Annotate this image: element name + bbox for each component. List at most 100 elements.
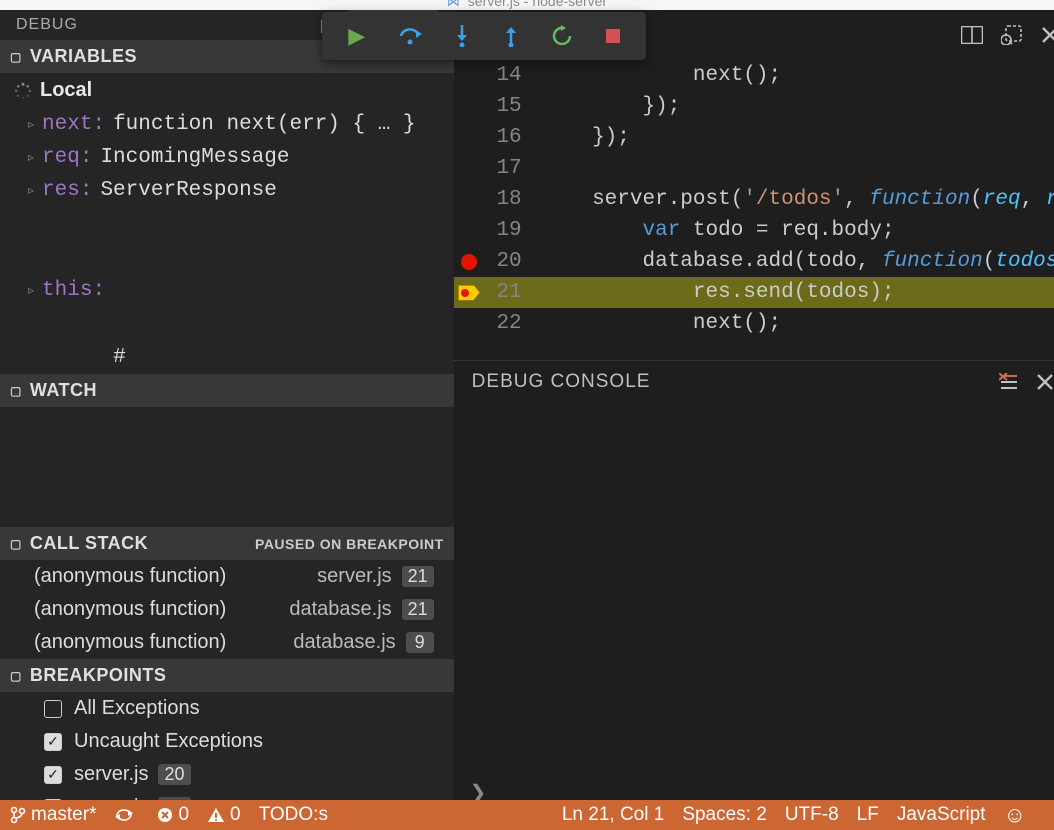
frame-line: 9 [406, 632, 434, 653]
step-into-button[interactable] [454, 25, 470, 47]
watch-section-header[interactable]: ▢ WATCH [0, 374, 454, 407]
callstack-status: PAUSED ON BREAKPOINT [255, 536, 444, 552]
variable-row[interactable]: ▹this:# [0, 207, 454, 374]
error-icon [157, 807, 173, 823]
variable-name: this [42, 279, 92, 302]
warning-count: 0 [230, 804, 241, 826]
gutter[interactable] [454, 285, 484, 301]
frame-line: 21 [402, 599, 434, 620]
stack-frame[interactable]: (anonymous function)database.js9 [0, 626, 454, 659]
split-editor-icon[interactable] [961, 26, 983, 44]
warnings-item[interactable]: 0 [207, 804, 241, 826]
breakpoint-row[interactable]: All Exceptions [0, 692, 454, 725]
chevron-right-icon: ▹ [28, 117, 34, 132]
eol-item[interactable]: LF [857, 804, 879, 826]
editor-group: 14 next();15 });16 });1718 server.post('… [454, 10, 1054, 810]
stop-button[interactable] [606, 29, 620, 43]
variable-row[interactable]: ▹req:IncomingMessage [0, 141, 454, 174]
code-line[interactable]: 21 res.send(todos); [454, 277, 1054, 308]
breakpoint-row[interactable]: ✓ Uncaught Exceptions [0, 725, 454, 758]
code-line[interactable]: 18 server.post('/todos', function(req, r [454, 184, 1054, 215]
frame-line: 21 [402, 566, 434, 587]
git-sync-item[interactable] [114, 807, 139, 823]
code-text: server.post('/todos', function(req, r [536, 188, 1054, 211]
window-title-text: server.js - node-server [468, 0, 607, 9]
chevron-down-icon: ▢ [10, 384, 22, 398]
code-text: next(); [536, 64, 1054, 87]
callstack-title: CALL STACK [30, 533, 148, 554]
errors-item[interactable]: 0 [157, 804, 189, 826]
breakpoints-section-header[interactable]: ▢ BREAKPOINTS [0, 659, 454, 692]
error-count: 0 [178, 804, 189, 826]
chevron-right-icon: ▹ [28, 150, 34, 165]
current-frame-icon [458, 285, 480, 301]
line-number: 16 [484, 126, 536, 149]
vscode-icon: ⋈ [447, 0, 460, 9]
line-number: 14 [484, 64, 536, 87]
breakpoint-indicator-icon[interactable] [461, 254, 477, 270]
callstack-section-header[interactable]: ▢ CALL STACK PAUSED ON BREAKPOINT [0, 527, 454, 560]
variable-value: IncomingMessage [100, 146, 289, 169]
stack-frame[interactable]: (anonymous function)server.js 21 [0, 560, 454, 593]
debug-action-bar: ▶ [322, 12, 646, 60]
breakpoint-label: server.js [74, 763, 148, 786]
breakpoint-label: Uncaught Exceptions [74, 730, 263, 753]
chevron-down-icon: ▢ [10, 537, 22, 551]
variable-name: res [42, 179, 80, 202]
clear-console-icon[interactable] [999, 373, 1019, 391]
code-editor[interactable]: 14 next();15 });16 });1718 server.post('… [454, 60, 1054, 360]
language-mode-item[interactable]: JavaScript [897, 804, 986, 826]
frame-function: (anonymous function) [34, 631, 293, 654]
code-line[interactable]: 20 database.add(todo, function(todos) [454, 246, 1054, 277]
code-line[interactable]: 14 next(); [454, 60, 1054, 91]
code-text: }); [536, 95, 1054, 118]
code-line[interactable]: 17 [454, 153, 1054, 184]
branch-name: master* [31, 804, 96, 826]
frame-file: server.js [317, 565, 391, 588]
feedback-icon[interactable]: ☺ [1004, 802, 1026, 828]
frame-function: (anonymous function) [34, 565, 317, 588]
code-line[interactable]: 16 }); [454, 122, 1054, 153]
breakpoint-checkbox[interactable]: ✓ [44, 733, 62, 751]
code-line[interactable]: 15 }); [454, 91, 1054, 122]
sync-icon [114, 807, 134, 823]
line-number: 18 [484, 188, 536, 211]
stack-frame[interactable]: (anonymous function)database.js21 [0, 593, 454, 626]
variables-scope-local[interactable]: Local [0, 73, 454, 108]
encoding-item[interactable]: UTF-8 [785, 804, 839, 826]
variable-value: # [113, 212, 426, 369]
git-branch-item[interactable]: master* [10, 804, 96, 826]
restart-button[interactable] [551, 25, 573, 47]
window-titlebar: ⋈ server.js - node-server [0, 0, 1054, 10]
variable-value: function next(err) { … } [113, 113, 415, 136]
variable-row[interactable]: ▹next:function next(err) { … } [0, 108, 454, 141]
chevron-right-icon: ▹ [28, 183, 34, 198]
breakpoint-checkbox[interactable] [44, 700, 62, 718]
debug-console-header: DEBUG CONSOLE [454, 360, 1054, 402]
chevron-down-icon: ▢ [10, 50, 22, 64]
cursor-position-item[interactable]: Ln 21, Col 1 [562, 804, 664, 826]
step-out-button[interactable] [503, 25, 519, 47]
indentation-item[interactable]: Spaces: 2 [682, 804, 767, 826]
variable-name: next [42, 113, 92, 136]
gutter[interactable] [454, 254, 484, 270]
line-number: 19 [484, 219, 536, 242]
close-panel-icon[interactable] [1037, 374, 1053, 390]
todos-item[interactable]: TODO:s [259, 804, 328, 826]
breakpoint-row[interactable]: ✓server.js20 [0, 758, 454, 791]
breakpoints-title: BREAKPOINTS [30, 665, 167, 686]
close-editor-icon[interactable] [1041, 26, 1054, 44]
step-over-button[interactable] [398, 26, 422, 46]
loading-spinner-icon [14, 82, 32, 100]
debug-sidebar: DEBUG ▶ ▢ VARIABLES Local ▹next:function… [0, 10, 454, 810]
continue-button[interactable]: ▶ [348, 23, 365, 49]
debug-console-body[interactable] [454, 402, 1054, 774]
breakpoint-checkbox[interactable]: ✓ [44, 766, 62, 784]
code-line[interactable]: 22 next(); [454, 308, 1054, 339]
variable-row[interactable]: ▹res:ServerResponse [0, 174, 454, 207]
toggle-output-icon[interactable] [1001, 25, 1023, 45]
scope-label: Local [40, 79, 92, 102]
code-line[interactable]: 19 var todo = req.body; [454, 215, 1054, 246]
line-number: 21 [484, 281, 536, 304]
variables-title: VARIABLES [30, 46, 137, 67]
